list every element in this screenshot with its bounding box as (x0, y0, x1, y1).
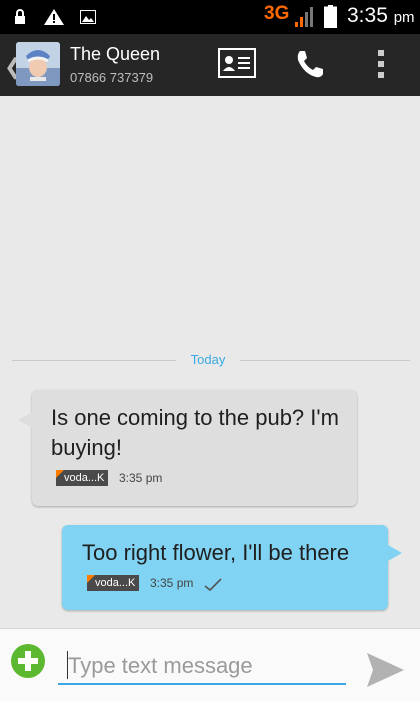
message-time: 3:35 pm (150, 576, 194, 590)
overflow-menu-icon[interactable] (376, 48, 386, 80)
warning-icon (44, 9, 64, 25)
outgoing-message-bubble[interactable]: Too right flower, I'll be there voda...K… (62, 525, 402, 610)
status-bar: 3G 3:35 pm (0, 0, 420, 34)
message-text: Is one coming to the pub? I'm buying! (51, 405, 339, 460)
date-divider-line (240, 360, 410, 361)
date-label: Today (190, 352, 226, 367)
message-text: Too right flower, I'll be there (82, 540, 350, 565)
message-list[interactable]: Today Is one coming to the pub? I'm buyi… (0, 96, 420, 628)
conversation-header: ❮ The Queen 07866 737379 (0, 34, 420, 96)
message-input[interactable] (58, 649, 346, 685)
contact-name[interactable]: The Queen (70, 44, 160, 65)
contact-avatar[interactable] (16, 42, 60, 86)
signal-icon (295, 7, 313, 27)
lock-icon (15, 9, 25, 24)
send-icon[interactable] (364, 649, 406, 691)
message-time: 3:35 pm (119, 471, 163, 485)
carrier-flag-icon (87, 575, 95, 583)
phone-icon[interactable] (294, 48, 326, 80)
carrier-label: voda...K (87, 575, 140, 591)
incoming-message-bubble[interactable]: Is one coming to the pub? I'm buying! vo… (18, 390, 357, 506)
clock: 3:35 pm (347, 4, 415, 27)
contact-card-icon[interactable] (218, 48, 256, 78)
message-composer (0, 628, 420, 701)
add-attachment-icon[interactable] (10, 643, 46, 679)
text-cursor (67, 651, 68, 679)
carrier-flag-icon (56, 470, 64, 478)
battery-icon (324, 5, 337, 28)
contact-number: 07866 737379 (70, 70, 154, 85)
bubble-tail (18, 412, 32, 428)
date-divider-line (12, 360, 176, 361)
network-type: 3G (264, 3, 290, 24)
delivered-check-icon (204, 578, 222, 592)
bubble-tail (388, 545, 402, 561)
image-icon (80, 10, 96, 24)
carrier-label: voda...K (56, 470, 109, 486)
